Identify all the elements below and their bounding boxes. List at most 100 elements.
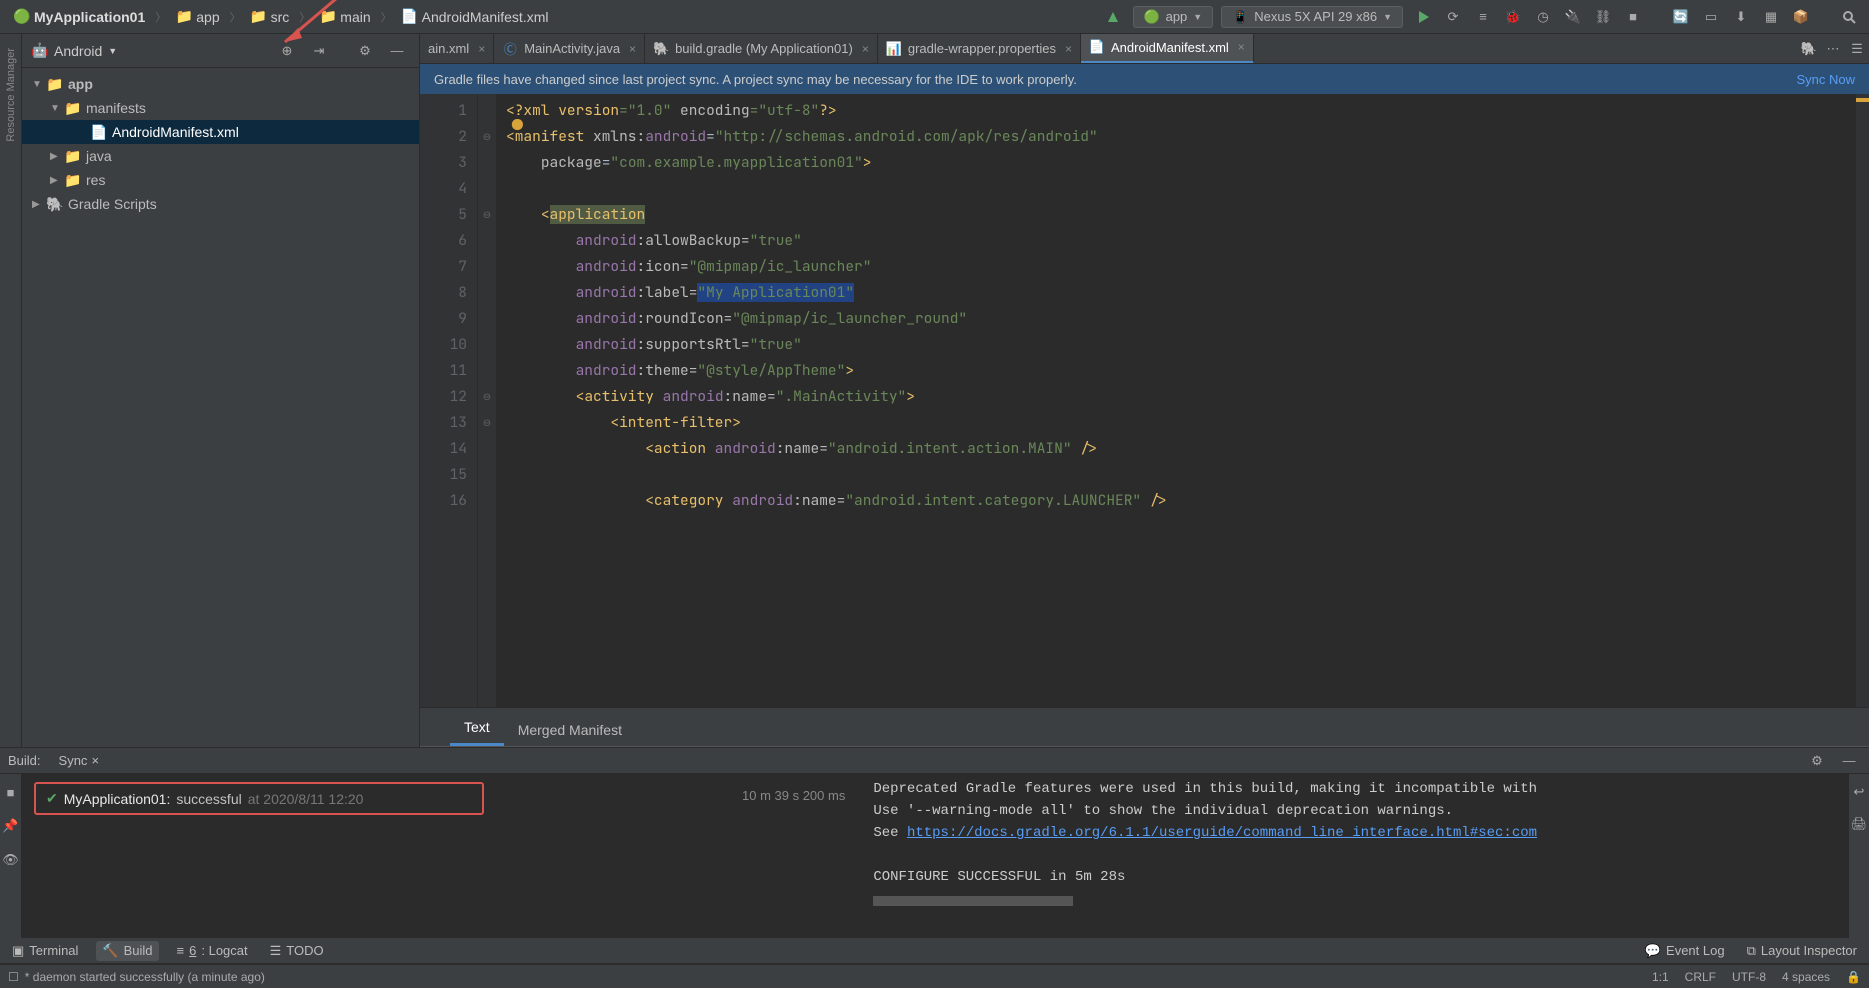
apply-changes-button[interactable]: ⟳ bbox=[1441, 5, 1465, 29]
build-tree: ✔ MyApplication01: successful at 2020/8/… bbox=[22, 774, 742, 938]
build-result-item[interactable]: ✔ MyApplication01: successful at 2020/8/… bbox=[34, 782, 484, 815]
scrollbar-horizontal[interactable] bbox=[873, 896, 1073, 906]
search-button[interactable] bbox=[1837, 5, 1861, 29]
status-message: * daemon started successfully (a minute … bbox=[25, 970, 265, 984]
fold-gutter[interactable]: ⊖⊖⊖⊖ bbox=[478, 94, 496, 707]
caret-position[interactable]: 1:1 bbox=[1652, 970, 1669, 984]
properties-icon: 📊 bbox=[886, 41, 902, 57]
indent[interactable]: 4 spaces bbox=[1782, 970, 1830, 984]
close-icon[interactable]: × bbox=[1238, 40, 1245, 54]
make-project-button[interactable] bbox=[1101, 5, 1125, 29]
tree-java[interactable]: ▶📁java bbox=[22, 144, 419, 168]
status-icon[interactable]: ☐ bbox=[8, 970, 19, 984]
gear-icon[interactable]: ⚙ bbox=[1805, 749, 1829, 773]
tree-app[interactable]: ▼📁app bbox=[22, 72, 419, 96]
run-config-dropdown[interactable]: 🟢 app ▼ bbox=[1133, 6, 1214, 28]
line-ending[interactable]: CRLF bbox=[1685, 970, 1716, 984]
line-numbers: 12345678910111213141516 bbox=[420, 94, 478, 707]
hide-icon[interactable]: — bbox=[1837, 749, 1861, 773]
close-icon[interactable]: × bbox=[478, 42, 485, 56]
target-icon[interactable]: ⊕ bbox=[275, 39, 299, 63]
run-button[interactable] bbox=[1411, 5, 1435, 29]
resource-manager-button[interactable]: ▦ bbox=[1759, 5, 1783, 29]
sync-gradle-button[interactable]: 🔄 bbox=[1669, 5, 1693, 29]
close-icon[interactable]: × bbox=[1065, 42, 1072, 56]
breadcrumbs: 🟢MyApplication01 〉 📁app 〉 📁src 〉 📁main 〉… bbox=[8, 7, 554, 27]
toolbar: 🟢MyApplication01 〉 📁app 〉 📁src 〉 📁main 〉… bbox=[0, 0, 1869, 34]
bc-src[interactable]: 📁src bbox=[245, 7, 296, 27]
build-elapsed: 10 m 39 s 200 ms bbox=[742, 774, 865, 803]
sync-now-link[interactable]: Sync Now bbox=[1796, 72, 1855, 87]
manifest-icon: 📄 bbox=[1089, 39, 1105, 55]
overflow-icon[interactable]: ☰ bbox=[1845, 37, 1869, 61]
error-stripe[interactable] bbox=[1855, 94, 1869, 707]
bc-file[interactable]: 📄AndroidManifest.xml bbox=[396, 7, 555, 27]
gear-icon[interactable]: ⚙ bbox=[353, 39, 377, 63]
tab-wrapper-props[interactable]: 📊gradle-wrapper.properties× bbox=[878, 34, 1081, 64]
chevron-icon: 〉 bbox=[230, 9, 241, 25]
build-tab-sync[interactable]: Sync× bbox=[53, 753, 106, 768]
resource-manager-tab[interactable]: Resource Manager bbox=[5, 42, 17, 148]
tab-mainactivity[interactable]: ⒸMainActivity.java× bbox=[494, 34, 645, 64]
tab-manifest[interactable]: 📄AndroidManifest.xml× bbox=[1081, 34, 1254, 64]
tab-todo[interactable]: ☰TODO bbox=[266, 943, 328, 959]
avd-manager-button[interactable]: ▭ bbox=[1699, 5, 1723, 29]
print-icon[interactable]: 🖨 bbox=[1847, 812, 1869, 836]
stop-button[interactable]: ■ bbox=[1621, 5, 1645, 29]
module-icon: 📁 bbox=[176, 9, 192, 25]
device-dropdown[interactable]: 📱 Nexus 5X API 29 x86 ▼ bbox=[1221, 6, 1403, 28]
editor: ain.xml× ⒸMainActivity.java× 🐘build.grad… bbox=[420, 34, 1869, 747]
tree-gradle-scripts[interactable]: ▶🐘Gradle Scripts bbox=[22, 192, 419, 216]
apply-code-button[interactable]: ≡ bbox=[1471, 5, 1495, 29]
attach-debugger-button[interactable]: 🔌 bbox=[1561, 5, 1585, 29]
tree-res[interactable]: ▶📁res bbox=[22, 168, 419, 192]
tab-eventlog[interactable]: 💬Event Log bbox=[1641, 943, 1729, 959]
close-icon[interactable]: × bbox=[91, 753, 99, 768]
gradle-icon: 🐘 bbox=[653, 41, 669, 57]
manifest-icon: 📄 bbox=[402, 9, 418, 25]
lock-icon[interactable]: 🔒 bbox=[1846, 970, 1861, 984]
tab-buildgradle[interactable]: 🐘build.gradle (My Application01)× bbox=[645, 34, 878, 64]
pin-icon[interactable]: 📌 bbox=[0, 814, 23, 838]
tab-logcat[interactable]: ≡6: Logcat bbox=[173, 943, 252, 958]
android-icon: 🟢 bbox=[14, 9, 30, 25]
build-console[interactable]: Deprecated Gradle features were used in … bbox=[865, 774, 1849, 938]
tab-ainxml[interactable]: ain.xml× bbox=[420, 34, 494, 64]
encoding[interactable]: UTF-8 bbox=[1732, 970, 1766, 984]
bc-main[interactable]: 📁main bbox=[314, 7, 376, 27]
tab-layout-inspector[interactable]: ⧉Layout Inspector bbox=[1743, 943, 1861, 959]
tab-terminal[interactable]: ▣Terminal bbox=[8, 943, 82, 959]
collapse-icon[interactable]: ⇥ bbox=[307, 39, 331, 63]
android-profiler-button[interactable]: ⛓ bbox=[1591, 5, 1615, 29]
folder-icon: 📁 bbox=[320, 9, 336, 25]
subtab-merged[interactable]: Merged Manifest bbox=[504, 714, 636, 746]
close-icon[interactable]: × bbox=[629, 42, 636, 56]
box-icon[interactable]: 📦 bbox=[1789, 5, 1813, 29]
tab-build[interactable]: 🔨Build bbox=[96, 941, 158, 961]
lint-warning-icon[interactable]: ● bbox=[512, 113, 523, 139]
tree-manifests[interactable]: ▼📁manifests bbox=[22, 96, 419, 120]
manifest-icon: 📄 bbox=[91, 124, 107, 140]
more-tabs-icon[interactable]: ⋯ bbox=[1821, 37, 1845, 61]
eye-icon[interactable]: 👁 bbox=[0, 848, 23, 872]
subtab-text[interactable]: Text bbox=[450, 711, 504, 746]
hide-icon[interactable]: — bbox=[385, 39, 409, 63]
terminal-icon: ▣ bbox=[12, 943, 24, 959]
gradle-docs-link[interactable]: https://docs.gradle.org/6.1.1/userguide/… bbox=[907, 825, 1537, 841]
close-icon[interactable]: × bbox=[862, 42, 869, 56]
soft-wrap-icon[interactable]: ↩ bbox=[1847, 780, 1869, 804]
profile-button[interactable]: ◷ bbox=[1531, 5, 1555, 29]
todo-icon: ☰ bbox=[270, 943, 282, 959]
tree-manifest-file[interactable]: 📄AndroidManifest.xml bbox=[22, 120, 419, 144]
project-view-selector[interactable]: 🤖 Android ▼ bbox=[32, 43, 117, 59]
android-icon: 🟢 bbox=[1144, 9, 1160, 25]
sdk-manager-button[interactable]: ⬇ bbox=[1729, 5, 1753, 29]
code-editor[interactable]: 12345678910111213141516 ⊖⊖⊖⊖ <?xml versi… bbox=[420, 94, 1869, 707]
code-content[interactable]: <?xml version="1.0" encoding="utf-8"?> ●… bbox=[496, 94, 1855, 707]
hammer-icon: 🔨 bbox=[102, 943, 118, 959]
bc-app[interactable]: 📁app bbox=[170, 7, 225, 27]
stop-icon[interactable]: ■ bbox=[0, 780, 23, 804]
bc-project[interactable]: 🟢MyApplication01 bbox=[8, 7, 151, 27]
debug-button[interactable]: 🐞 bbox=[1501, 5, 1525, 29]
gradle-icon[interactable]: 🐘 bbox=[1797, 37, 1821, 61]
